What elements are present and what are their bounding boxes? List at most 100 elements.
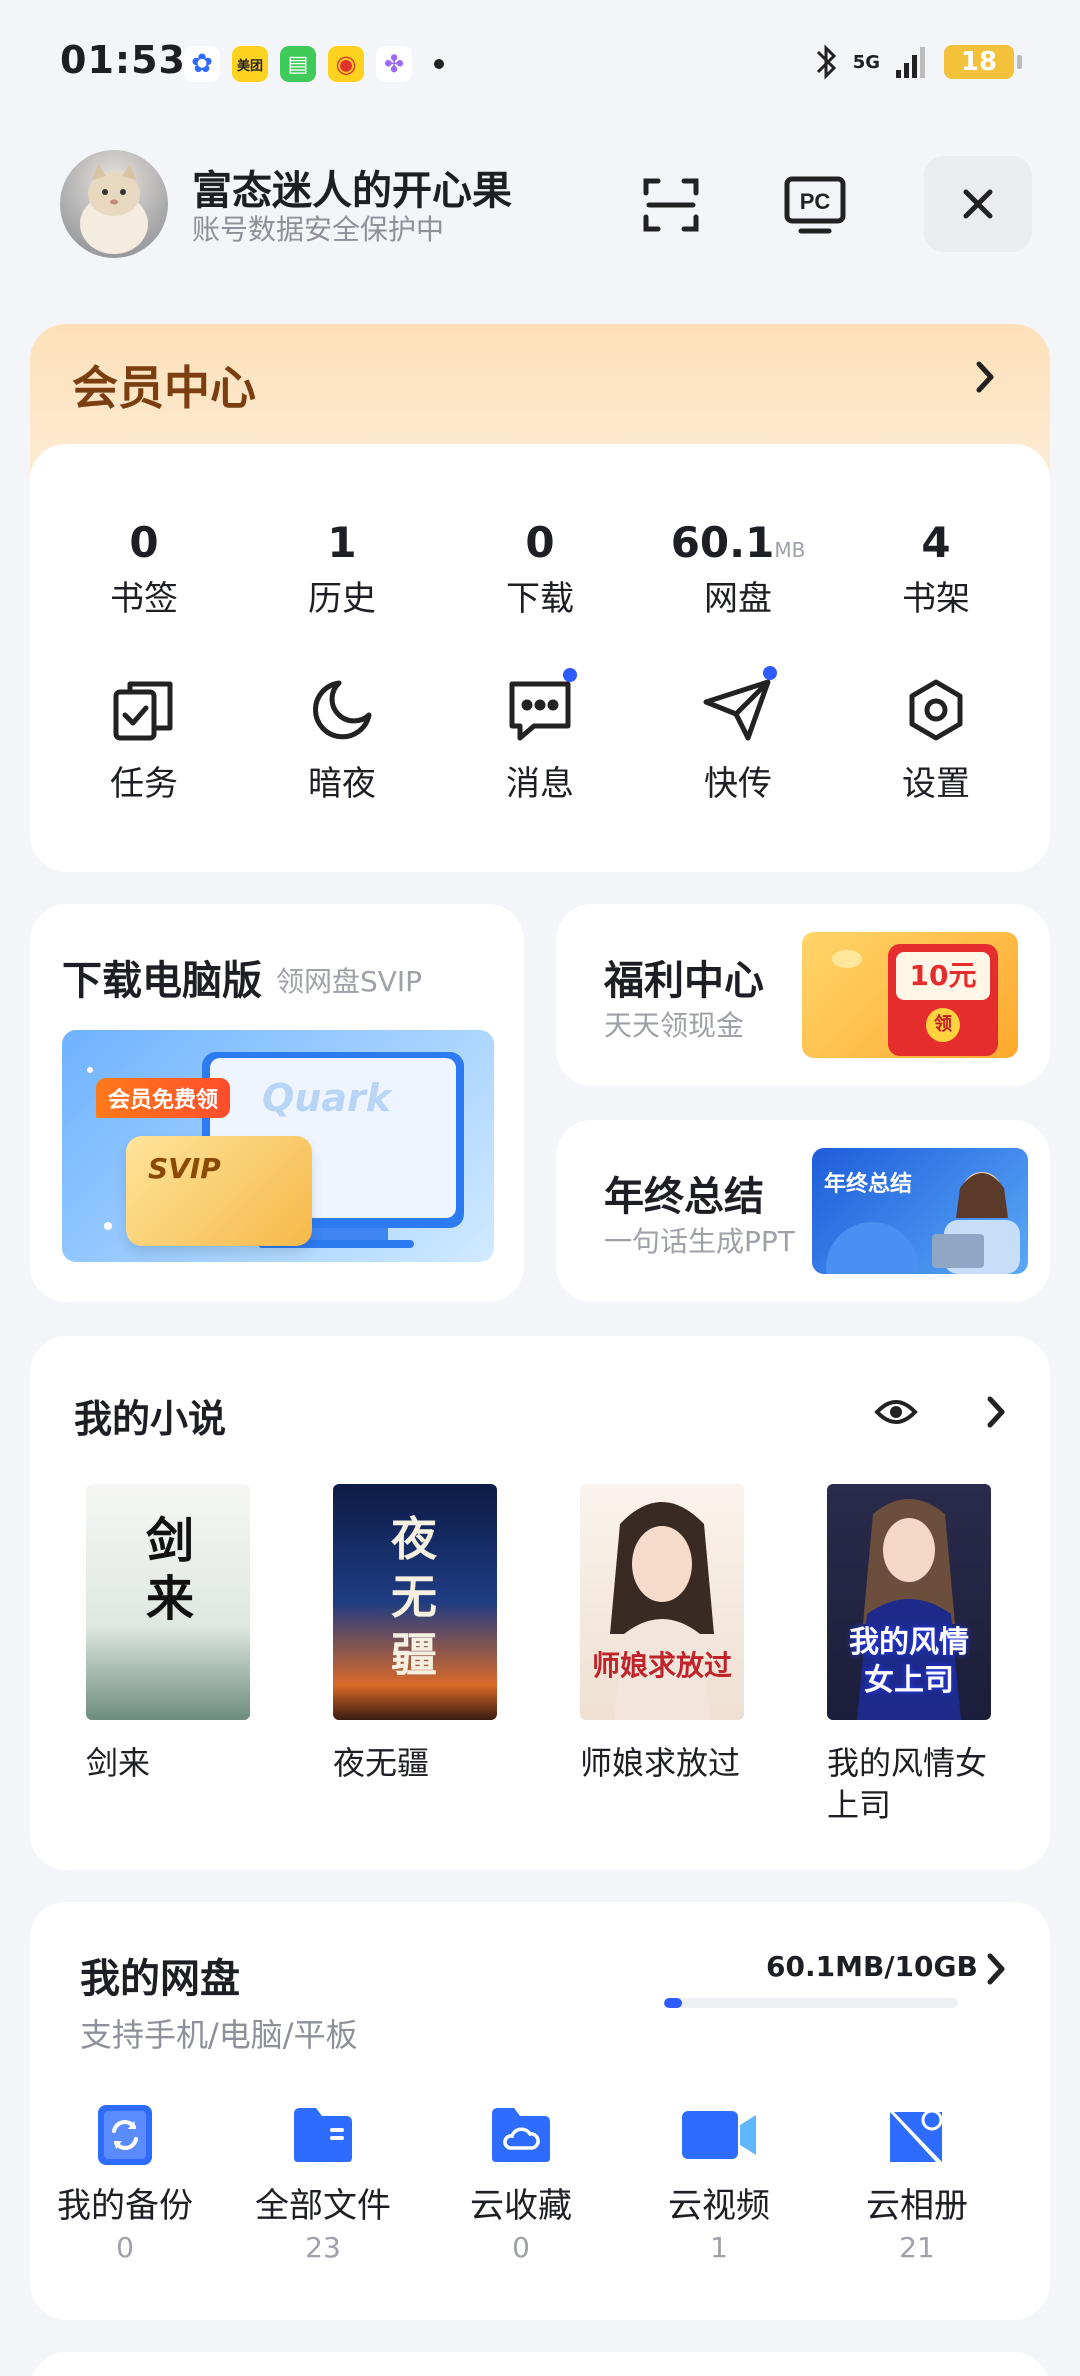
book-item[interactable]: 师娘求放过 师娘求放过 (580, 1484, 744, 1784)
disk-item-cloud-album[interactable]: 云相册 21 (818, 2100, 1016, 2264)
stat-label: 网盘 (704, 579, 772, 619)
folder-icon (294, 2108, 352, 2162)
svg-text:PC: PC (800, 189, 831, 214)
envelope-seal: 领 (926, 1008, 960, 1042)
book-item[interactable]: 剑来 剑来 (86, 1484, 250, 1784)
notification-app-icons: ✿ 美团 ▤ ◉ ✤ (184, 46, 444, 82)
stat-label: 书签 (110, 579, 178, 619)
annual-summary-title: 年终总结 (604, 1174, 764, 1220)
cloud-disk-sub: 支持手机/电脑/平板 (80, 2016, 358, 2054)
scan-icon (643, 178, 699, 232)
scan-button[interactable] (626, 160, 716, 250)
stat-cloud-disk[interactable]: 60.1MB 网盘 (639, 518, 837, 620)
my-novels-title: 我的小说 (74, 1397, 227, 1441)
moon-icon (313, 680, 372, 740)
messages-app-icon: ▤ (280, 46, 316, 82)
annual-thumb-label: 年终总结 (824, 1172, 913, 1197)
svip-label: SVIP (148, 1152, 221, 1185)
book-cover-title: 师娘求放过 (591, 1649, 732, 1682)
brand-watermark: Quark (262, 1076, 392, 1120)
toggle-visibility-button[interactable] (874, 1390, 918, 1438)
pc-icon: PC (784, 176, 846, 234)
tool-label: 暗夜 (308, 764, 376, 804)
tool-label: 设置 (902, 764, 970, 804)
book-cover: 夜无疆 (333, 1484, 497, 1720)
account-security-status: 账号数据安全保护中 (192, 213, 445, 246)
multicolor-app-icon: ✤ (376, 46, 412, 82)
book-cover: 剑来 (86, 1484, 250, 1720)
avatar[interactable] (60, 150, 168, 258)
tool-messages[interactable]: 消息 (441, 668, 639, 805)
pc-download-banner[interactable]: Quark SVIP 会员免费领 (62, 1030, 494, 1262)
album-icon (890, 2109, 943, 2162)
signal-icon (896, 47, 925, 78)
unread-dot (763, 666, 777, 680)
disk-item-count: 21 (899, 2231, 935, 2264)
cloud-disk-chevron-icon[interactable] (986, 1952, 1006, 1990)
stat-value: 0 (525, 518, 555, 567)
message-icon (509, 681, 571, 741)
tool-task[interactable]: 任务 (45, 672, 243, 805)
book-cover-title: 我的风情女上司 (849, 1625, 969, 1698)
pc-button[interactable]: PC (770, 160, 860, 250)
stat-bookmarks[interactable]: 0 书签 (45, 518, 243, 620)
book-title: 夜无疆 (333, 1744, 430, 1782)
stat-value: 1 (327, 518, 357, 567)
tool-label: 快传 (704, 764, 772, 804)
book-item[interactable]: 我的风情女上司 我的风情女上司 (827, 1484, 991, 1826)
stat-value: 60.1MB (639, 518, 837, 567)
stat-bookshelf[interactable]: 4 书架 (837, 518, 1035, 620)
disk-item-label: 云收藏 (470, 2186, 572, 2226)
envelope-amount: 10元 (896, 952, 990, 1000)
disk-item-count: 0 (116, 2231, 134, 2264)
disk-item-backup[interactable]: 我的备份 0 (26, 2100, 224, 2264)
storage-progress-fill (664, 1998, 682, 2008)
member-center-title: 会员中心 (72, 361, 256, 415)
cloud-folder-icon (492, 2108, 550, 2162)
tool-settings[interactable]: 设置 (837, 672, 1035, 805)
stat-label: 书架 (902, 579, 970, 619)
cloud-disk-usage: 60.1MB/10GB (766, 1950, 978, 1983)
tool-night-mode[interactable]: 暗夜 (243, 672, 441, 805)
task-icon (113, 681, 173, 741)
close-button[interactable] (924, 156, 1032, 252)
disk-item-label: 云视频 (668, 2186, 770, 2226)
tool-quick-transfer[interactable]: 快传 (639, 666, 837, 805)
welfare-title: 福利中心 (604, 958, 764, 1004)
red-envelope: 10元 领 (888, 944, 998, 1056)
disk-item-all-files[interactable]: 全部文件 23 (224, 2100, 422, 2264)
book-title: 我的风情女上司 (827, 1744, 988, 1824)
pc-download-title: 下载电脑版 (62, 958, 262, 1004)
next-card-peek (30, 2352, 1050, 2376)
disk-item-label: 云相册 (866, 2186, 968, 2226)
stat-unit: MB (774, 538, 806, 562)
network-type: 5G (852, 51, 880, 73)
disk-item-cloud-video[interactable]: 云视频 1 (620, 2100, 818, 2264)
my-novels-chevron-icon[interactable] (986, 1395, 1006, 1433)
video-icon (682, 2111, 756, 2159)
disk-item-label: 我的备份 (57, 2186, 193, 2226)
book-item[interactable]: 夜无疆 夜无疆 (333, 1484, 497, 1784)
weibo-app-icon: ◉ (328, 46, 364, 82)
tool-label: 消息 (506, 764, 574, 804)
unread-dot (563, 668, 577, 682)
disk-item-cloud-favorites[interactable]: 云收藏 0 (422, 2100, 620, 2264)
annual-summary-sub: 一句话生成PPT (604, 1225, 795, 1258)
coin-icon (832, 950, 862, 968)
member-center-panel (30, 444, 1050, 872)
close-icon (963, 189, 993, 219)
member-center-chevron-icon[interactable] (975, 360, 995, 398)
eye-icon (874, 1400, 918, 1424)
disk-item-count: 0 (512, 2231, 530, 2264)
tool-label: 任务 (110, 764, 178, 804)
stat-history[interactable]: 1 历史 (243, 518, 441, 620)
disk-item-label: 全部文件 (255, 2186, 391, 2226)
storage-progress-bar (664, 1998, 958, 2008)
status-right: 5G 18 (813, 42, 1022, 82)
battery-indicator: 18 (944, 45, 1022, 79)
baidu-app-icon: ✿ (184, 46, 220, 82)
stat-value: 4 (921, 518, 951, 567)
stat-downloads[interactable]: 0 下载 (441, 518, 639, 620)
book-cover: 师娘求放过 (580, 1484, 744, 1720)
cloud-disk-title: 我的网盘 (80, 1956, 240, 2002)
